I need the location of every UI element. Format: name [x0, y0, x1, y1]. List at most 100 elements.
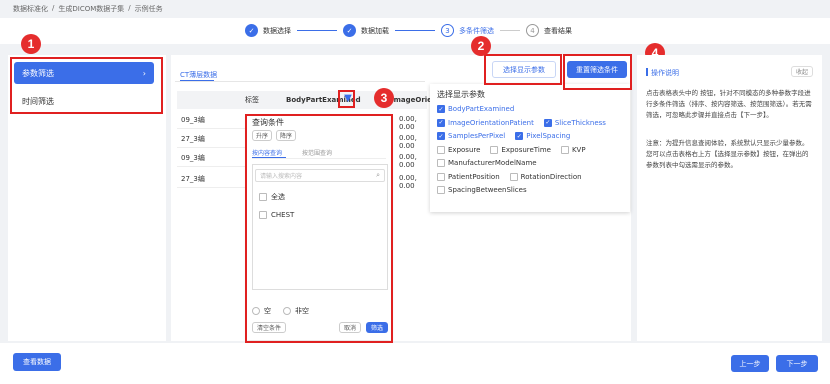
- param-option[interactable]: RotationDirection: [509, 172, 582, 181]
- param-option[interactable]: ManufacturerModelName: [437, 159, 537, 167]
- tab-bar-divider: [175, 81, 425, 82]
- help-paragraph-1: 点击表格表头中的 按钮，针对不同模态的多种参数字段进行多条件筛选（排序、按内容筛…: [646, 89, 812, 119]
- option-label: 空: [264, 307, 271, 315]
- table-divider: [177, 147, 247, 148]
- annotation-box-4: [563, 54, 632, 90]
- filter-option-all[interactable]: 全选: [259, 192, 285, 202]
- param-option[interactable]: ✓ SliceThickness: [543, 118, 606, 127]
- checkbox-checked-icon[interactable]: ✓: [515, 132, 524, 140]
- param-label: SliceThickness: [554, 118, 606, 127]
- checkbox[interactable]: [560, 145, 569, 154]
- param-option[interactable]: KVP: [560, 145, 586, 154]
- bottom-bar: [0, 343, 830, 384]
- param-option[interactable]: SpacingBetweenSlices: [437, 186, 527, 194]
- stepper: ✓ 数据选择 ✓ 数据加载 3 多条件筛选 4 查看结果: [245, 24, 572, 37]
- param-label: PatientPosition: [448, 172, 500, 181]
- filter-cancel-button[interactable]: 取消: [339, 322, 361, 333]
- param-option[interactable]: Exposure: [437, 145, 480, 154]
- view-data-button[interactable]: 查看数据: [13, 353, 61, 371]
- search-input[interactable]: 请输入搜索内容 ⌕: [255, 169, 385, 182]
- param-row: PatientPosition RotationDirection: [437, 172, 627, 181]
- step-1-check-icon: ✓: [245, 24, 258, 37]
- filter-not-empty-option[interactable]: 非空: [283, 306, 309, 316]
- checkbox-checked-icon[interactable]: ✓: [543, 118, 552, 127]
- step-connector: [395, 30, 435, 31]
- next-step-button[interactable]: 下一步: [776, 355, 818, 372]
- filter-confirm-button[interactable]: 筛选: [366, 322, 388, 333]
- param-option[interactable]: ✓ PixelSpacing: [515, 132, 570, 140]
- annotation-badge: 1: [21, 34, 41, 54]
- param-label: RotationDirection: [520, 172, 582, 181]
- checkbox[interactable]: [259, 211, 267, 219]
- sort-desc-button[interactable]: 降序: [276, 130, 296, 141]
- step-label: 数据选择: [263, 26, 291, 35]
- table-cell: 09_3编: [181, 116, 205, 124]
- checkbox[interactable]: [437, 145, 445, 154]
- param-option[interactable]: ✓ BodyPartExamined: [437, 105, 514, 113]
- param-row: Exposure ExposureTime KVP: [437, 145, 627, 154]
- param-label: KVP: [571, 145, 586, 154]
- table-cell: 0.00, 0.00: [399, 174, 417, 190]
- step-label: 数据加载: [361, 26, 389, 35]
- checkbox-checked-icon[interactable]: ✓: [437, 132, 445, 140]
- tab-filter-range[interactable]: 按范围查询: [302, 148, 332, 157]
- table-divider: [177, 128, 247, 129]
- step-connector: [297, 30, 337, 31]
- checkbox[interactable]: [437, 159, 445, 167]
- param-option[interactable]: ExposureTime: [490, 145, 551, 154]
- tab-ct-thin[interactable]: CT薄层数据: [180, 70, 217, 80]
- checkbox[interactable]: [490, 145, 499, 154]
- table-cell: 09_3编: [181, 154, 205, 162]
- table-divider: [177, 166, 247, 167]
- param-label: PixelSpacing: [526, 132, 571, 140]
- option-label: 全选: [271, 193, 285, 201]
- breadcrumb-item: 示例任务: [134, 5, 163, 13]
- checkbox[interactable]: [437, 186, 445, 194]
- checkbox-checked-icon[interactable]: ✓: [437, 105, 445, 113]
- param-option[interactable]: ✓ SamplesPerPixel: [437, 132, 505, 140]
- checkbox-checked-icon[interactable]: ✓: [437, 118, 445, 127]
- checkbox[interactable]: [437, 172, 445, 181]
- column-header: 标签: [245, 96, 259, 104]
- help-paragraph-2: 注意：为提升信息查阅体验，系统默认只显示少量参数。您可以点击表格右上方【选择显示…: [646, 139, 809, 169]
- search-icon: ⌕: [376, 171, 380, 179]
- clear-filter-button[interactable]: 清空条件: [252, 322, 286, 333]
- annotation-box-3-icon: [338, 90, 355, 108]
- step-number: 3: [441, 24, 454, 37]
- param-row: ✓ BodyPartExamined: [437, 105, 627, 113]
- param-row: ✓ SamplesPerPixel ✓ PixelSpacing: [437, 132, 627, 140]
- param-panel-title: 选择显示参数: [437, 90, 485, 99]
- filter-option-box: [252, 164, 388, 290]
- annotation-box-2: [484, 54, 562, 85]
- step-label: 多条件筛选: [459, 26, 494, 35]
- param-option[interactable]: ✓ ImageOrientationPatient: [437, 118, 534, 127]
- filter-empty-option[interactable]: 空: [252, 306, 271, 316]
- checkbox[interactable]: [259, 193, 267, 201]
- collapse-button[interactable]: 收起: [791, 66, 813, 77]
- breadcrumb-item[interactable]: 生成DICOM数据子集: [58, 4, 124, 14]
- option-label: CHEST: [271, 211, 295, 219]
- table-cell: 27_3编: [181, 175, 205, 183]
- annotation-badge: 2: [471, 36, 491, 56]
- filter-title: 查询条件: [252, 118, 284, 127]
- param-label: SamplesPerPixel: [448, 132, 506, 140]
- param-label: ManufacturerModelName: [448, 159, 537, 167]
- step-2-check-icon: ✓: [343, 24, 356, 37]
- radio[interactable]: [252, 307, 260, 315]
- radio[interactable]: [283, 307, 291, 315]
- tab-filter-content[interactable]: 按内容查询: [252, 148, 282, 157]
- param-label: SpacingBetweenSlices: [448, 186, 527, 194]
- filter-option-chest[interactable]: CHEST: [259, 211, 294, 219]
- help-title: 操作说明: [651, 69, 679, 77]
- sort-asc-button[interactable]: 升序: [252, 130, 272, 141]
- param-option[interactable]: PatientPosition: [437, 172, 500, 181]
- table-cell: 27_3编: [181, 135, 205, 143]
- breadcrumb-item[interactable]: 数据标准化: [13, 4, 48, 14]
- checkbox[interactable]: [509, 172, 518, 181]
- annotation-box-1: [10, 57, 163, 114]
- prev-step-button[interactable]: 上一步: [731, 355, 769, 372]
- search-placeholder: 请输入搜索内容: [260, 173, 303, 180]
- annotation-badge: 3: [374, 88, 394, 108]
- param-label: ImageOrientationPatient: [448, 118, 534, 127]
- breadcrumb: 数据标准化 / 生成DICOM数据子集 / 示例任务: [13, 4, 163, 14]
